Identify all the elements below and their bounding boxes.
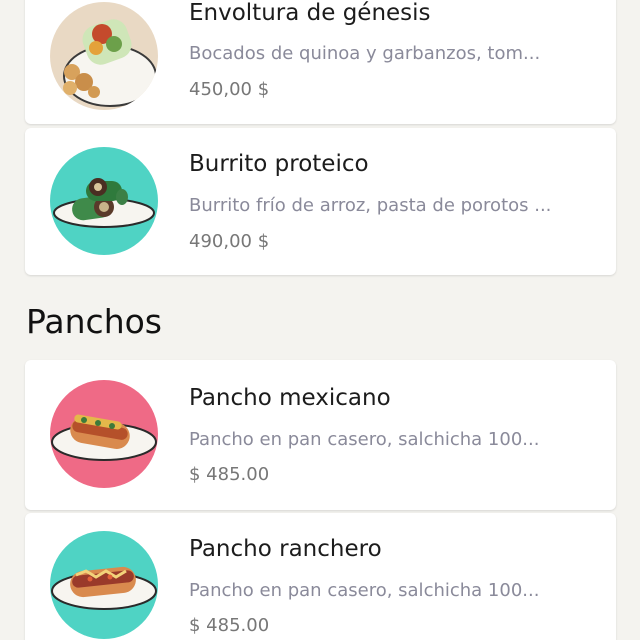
menu-item-card[interactable]: Pancho ranchero Pancho en pan casero, sa… (25, 513, 616, 640)
section-title: Panchos (26, 302, 162, 341)
menu-item-price: $ 485.00 (189, 615, 270, 636)
wrap-food-image (50, 2, 158, 110)
menu-item-description: Pancho en pan casero, salchicha 100... (189, 580, 540, 601)
menu-item-name: Burrito proteico (189, 151, 369, 177)
menu-item-card[interactable]: Burrito proteico Burrito frío de arroz, … (25, 128, 616, 275)
menu-item-name: Envoltura de génesis (189, 0, 431, 26)
hotdog-food-image (50, 531, 158, 639)
menu-item-price: 490,00 $ (189, 231, 270, 252)
menu-item-name: Pancho mexicano (189, 385, 391, 411)
menu-item-description: Bocados de quinoa y garbanzos, tom... (189, 43, 541, 64)
menu-item-price: 450,00 $ (189, 79, 270, 100)
menu-item-price: $ 485.00 (189, 464, 270, 485)
menu-item-card[interactable]: Envoltura de génesis Bocados de quinoa y… (25, 0, 616, 124)
hotdog-food-image (50, 380, 158, 488)
menu-item-card[interactable]: Pancho mexicano Pancho en pan casero, sa… (25, 360, 616, 510)
menu-item-description: Pancho en pan casero, salchicha 100... (189, 429, 540, 450)
burrito-food-image (50, 147, 158, 255)
menu-item-description: Burrito frío de arroz, pasta de porotos … (189, 195, 552, 216)
menu-item-name: Pancho ranchero (189, 536, 382, 562)
